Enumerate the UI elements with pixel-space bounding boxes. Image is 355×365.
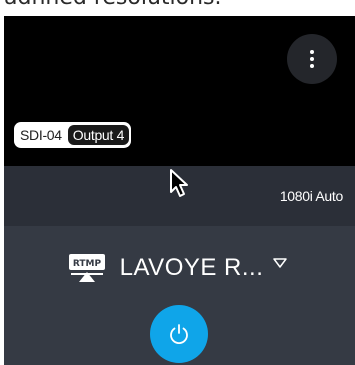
source-output-tag: SDI-04 Output 4 bbox=[14, 122, 132, 148]
page: adhned resolutions. SDI-04 Output 4 1080… bbox=[0, 0, 355, 365]
resolution-label: 1080i Auto bbox=[279, 188, 343, 204]
destination-name[interactable]: LAVOYE R... bbox=[120, 254, 264, 282]
destination-selector[interactable]: RTMP LAVOYE R... bbox=[0, 248, 355, 288]
more-vertical-icon bbox=[310, 50, 314, 68]
output-label: Output 4 bbox=[67, 125, 130, 145]
power-button[interactable] bbox=[150, 305, 208, 363]
power-icon bbox=[170, 324, 188, 345]
triangle-down-icon[interactable] bbox=[273, 258, 288, 268]
video-preview[interactable]: SDI-04 Output 4 bbox=[4, 16, 355, 166]
header-text: adhned resolutions. bbox=[0, 0, 355, 10]
rtmp-icon: RTMP bbox=[68, 254, 105, 282]
svg-text:RTMP: RTMP bbox=[73, 259, 102, 269]
source-label: SDI-04 bbox=[20, 127, 62, 143]
mouse-cursor-icon bbox=[170, 169, 188, 197]
more-options-button[interactable] bbox=[287, 34, 337, 84]
